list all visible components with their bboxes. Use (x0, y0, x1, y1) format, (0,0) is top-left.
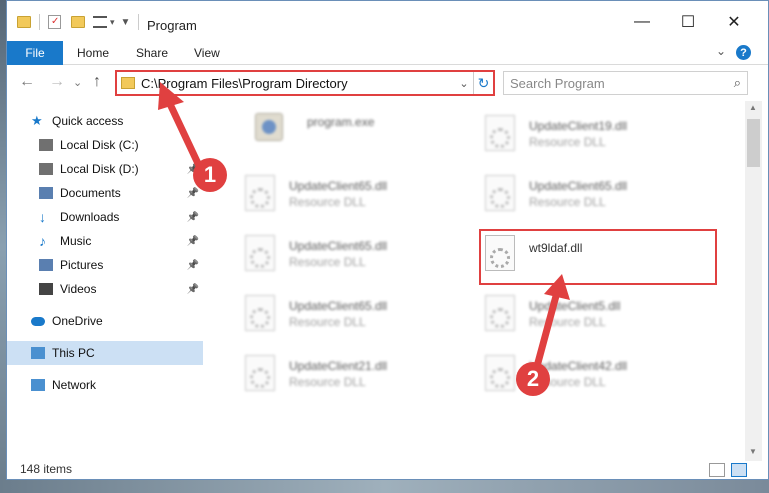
step-2-badge: 2 (516, 362, 550, 396)
step-1-badge: 1 (193, 158, 227, 192)
arrow-1-head (158, 82, 184, 110)
arrow-2-head (544, 274, 570, 300)
annotation-arrows (158, 82, 570, 371)
arrow-2-line (532, 295, 560, 371)
